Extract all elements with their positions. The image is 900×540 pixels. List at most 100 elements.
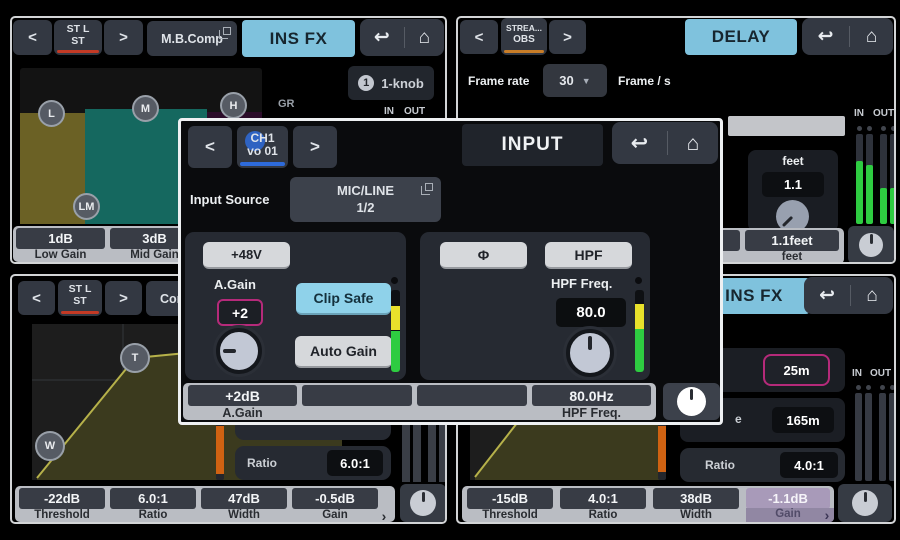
divider xyxy=(667,131,668,154)
clip-led xyxy=(867,126,872,131)
channel-color-bar xyxy=(504,50,544,53)
param-cell[interactable]: 1.1feet xyxy=(745,230,839,251)
high-band-handle[interactable]: H xyxy=(220,92,247,119)
param-cell[interactable]: 80.0Hz xyxy=(532,385,651,406)
knob-icon xyxy=(410,490,436,516)
prev-channel-button[interactable]: < xyxy=(13,20,52,55)
ratio-label: Ratio xyxy=(247,456,277,470)
dialog-title: INPUT xyxy=(462,124,603,166)
out-meter xyxy=(889,393,896,481)
ratio-value[interactable]: 4.0:1 xyxy=(780,452,838,478)
prev-channel-button[interactable]: < xyxy=(188,126,232,168)
channel-tab[interactable]: CH1 vo 01 xyxy=(237,126,288,168)
low-band-handle[interactable]: L xyxy=(38,100,65,127)
width-handle[interactable]: W xyxy=(35,431,65,461)
back-icon[interactable]: ↩ xyxy=(374,28,390,47)
param-cell[interactable]: 38dB xyxy=(653,488,739,509)
meter-labels: IN OUT xyxy=(384,106,425,117)
hpf-freq-value[interactable]: 80.0 xyxy=(556,298,626,327)
channel-tab-line2: ST xyxy=(71,36,84,48)
in-meter xyxy=(866,134,873,224)
knob-mode-button[interactable] xyxy=(663,383,720,420)
param-cell[interactable] xyxy=(417,385,527,406)
next-channel-button[interactable]: > xyxy=(104,20,143,55)
hpf-knob[interactable] xyxy=(566,329,614,377)
auto-gain-button[interactable]: Auto Gain xyxy=(295,336,392,368)
back-icon[interactable]: ↩ xyxy=(631,133,649,154)
in-label: IN xyxy=(384,106,394,117)
input-source-button[interactable]: MIC/LINE 1/2 xyxy=(290,177,441,222)
next-channel-button[interactable]: > xyxy=(549,20,586,54)
param-label: Ratio xyxy=(560,509,646,521)
channel-tab[interactable]: ST L ST xyxy=(58,280,102,316)
prev-channel-button[interactable]: < xyxy=(460,20,498,54)
in-label: IN xyxy=(852,368,862,379)
next-channel-button[interactable]: > xyxy=(293,126,337,168)
next-channel-button[interactable]: > xyxy=(105,281,142,315)
nav-box: ↩ ⌂ xyxy=(802,18,893,55)
page-title[interactable]: DELAY xyxy=(685,19,797,55)
knob-mode-button[interactable] xyxy=(838,484,892,522)
in-meter xyxy=(856,134,863,224)
again-value[interactable]: +2 xyxy=(217,299,263,326)
phase-button[interactable]: Φ xyxy=(440,242,527,269)
chevron-down-icon: ▼ xyxy=(582,76,591,86)
param-label: Width xyxy=(653,509,739,521)
meter-bar xyxy=(439,416,447,482)
param-cell-selected[interactable]: -1.1dB xyxy=(746,488,830,509)
knob-mode-button[interactable] xyxy=(400,484,446,522)
delay-value[interactable]: 1.1 xyxy=(762,172,824,197)
home-icon[interactable]: ⌂ xyxy=(419,28,430,47)
phantom-48v-button[interactable]: +48V xyxy=(203,242,290,269)
channel-tab[interactable]: STREA... OBS xyxy=(501,18,547,55)
param-label: Gain xyxy=(292,509,378,521)
again-label: A.Gain xyxy=(214,277,256,292)
parameter-strip: +2dB 80.0Hz A.Gain HPF Freq. xyxy=(183,383,656,420)
back-icon[interactable]: ↩ xyxy=(818,27,834,46)
ratio-value[interactable]: 6.0:1 xyxy=(327,450,383,476)
param-cell[interactable]: 6.0:1 xyxy=(110,488,196,509)
param-cell[interactable]: +2dB xyxy=(188,385,297,406)
meter-labels: IN OUT xyxy=(852,368,891,379)
divider xyxy=(850,285,851,305)
home-icon[interactable]: ⌂ xyxy=(866,27,877,46)
divider xyxy=(404,27,405,47)
mid-band-handle[interactable]: M xyxy=(132,95,159,122)
home-icon[interactable]: ⌂ xyxy=(866,286,877,305)
param-cell[interactable]: -15dB xyxy=(467,488,553,509)
prev-channel-button[interactable]: < xyxy=(18,281,55,315)
parameter-strip: -15dB 4.0:1 38dB -1.1dB Threshold Ratio … xyxy=(462,486,834,522)
meter-bar xyxy=(413,416,421,482)
param-cell[interactable] xyxy=(302,385,412,406)
clip-led xyxy=(856,385,861,390)
meter-fill xyxy=(880,188,887,224)
frame-rate-dropdown[interactable]: 30 ▼ xyxy=(543,64,607,97)
hpf-freq-label: HPF Freq. xyxy=(551,276,612,291)
hpf-group: Φ HPF HPF Freq. 80.0 xyxy=(420,232,650,380)
lowmid-crossover-handle[interactable]: LM xyxy=(73,193,100,220)
hpf-button[interactable]: HPF xyxy=(545,242,632,269)
preset-button[interactable]: M.B.Comp xyxy=(147,21,237,56)
more-params-icon[interactable]: › xyxy=(820,507,834,523)
param-cell[interactable]: -22dB xyxy=(19,488,105,509)
param-cell[interactable]: 1dB xyxy=(16,228,105,249)
one-knob-button[interactable]: 1 1-knob xyxy=(348,66,434,100)
attack-value[interactable]: 25m xyxy=(763,354,830,386)
release-value[interactable]: 165m xyxy=(772,407,834,433)
home-icon[interactable]: ⌂ xyxy=(687,133,700,154)
in-meter xyxy=(855,393,862,481)
clip-safe-button[interactable]: Clip Safe xyxy=(296,283,391,315)
again-knob[interactable] xyxy=(216,328,262,374)
more-params-icon[interactable]: › xyxy=(377,508,391,524)
param-cell[interactable]: -0.5dB xyxy=(292,488,378,509)
knob-mode-button[interactable] xyxy=(848,226,894,264)
page-title[interactable]: INS FX xyxy=(242,20,355,57)
channel-tab[interactable]: ST L ST xyxy=(54,20,102,55)
meter-yellow-seg xyxy=(391,306,400,330)
meter-fill xyxy=(890,188,896,224)
param-cell[interactable]: 47dB xyxy=(201,488,287,509)
threshold-handle[interactable]: T xyxy=(120,343,150,373)
back-icon[interactable]: ↩ xyxy=(819,286,835,305)
one-knob-badge-icon: 1 xyxy=(358,75,374,91)
param-cell[interactable]: 4.0:1 xyxy=(560,488,646,509)
